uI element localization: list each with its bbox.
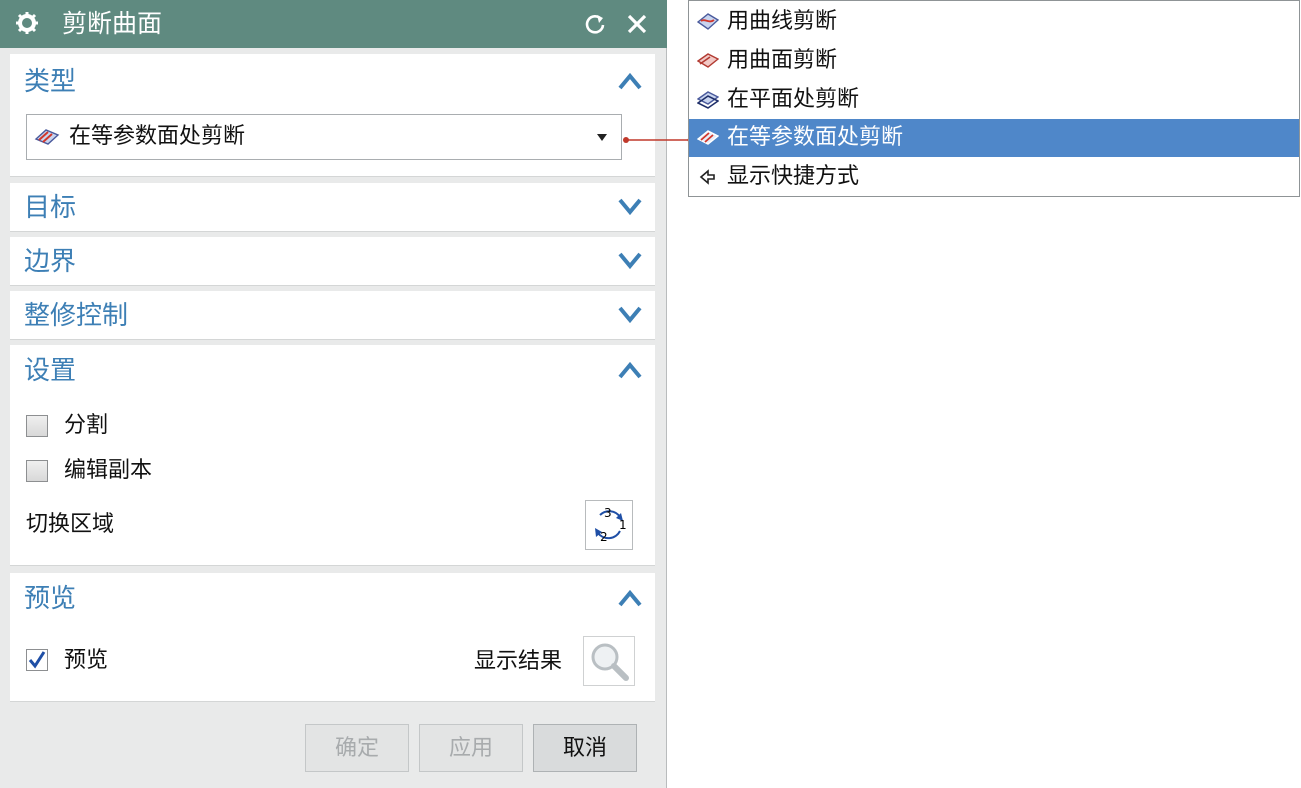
gear-icon[interactable] bbox=[16, 12, 38, 34]
type-section-title[interactable]: 类型 bbox=[24, 66, 76, 98]
dropdown-arrow-icon[interactable] bbox=[597, 134, 607, 142]
callout-connector bbox=[623, 137, 692, 143]
type-select-value: 在等参数面处剪断 bbox=[69, 124, 246, 149]
dialog-titlebar: 剪断曲面 bbox=[0, 0, 667, 48]
target-section-title[interactable]: 目标 bbox=[24, 192, 76, 224]
svg-text:2: 2 bbox=[600, 530, 608, 544]
edit-copy-checkbox[interactable] bbox=[26, 460, 48, 482]
preview-label: 预览 bbox=[64, 648, 109, 673]
trim-by-surface-icon bbox=[697, 53, 719, 68]
chevron-up-icon[interactable] bbox=[617, 361, 643, 379]
menu-item-label: 用曲面剪断 bbox=[727, 48, 838, 73]
preview-section: 预览 预览 显示结果 bbox=[10, 573, 655, 701]
apply-button[interactable]: 应用 bbox=[419, 724, 523, 772]
menu-item-label: 显示快捷方式 bbox=[727, 164, 860, 189]
edit-copy-label: 编辑副本 bbox=[64, 458, 153, 483]
ok-button[interactable]: 确定 bbox=[305, 724, 409, 772]
type-select[interactable]: 在等参数面处剪断 bbox=[26, 114, 622, 160]
switch-region-button[interactable]: 3 1 2 bbox=[585, 500, 633, 550]
trim-control-section-title[interactable]: 整修控制 bbox=[24, 300, 128, 332]
split-checkbox[interactable] bbox=[26, 415, 48, 437]
settings-section-title[interactable]: 设置 bbox=[24, 355, 76, 387]
close-icon[interactable] bbox=[625, 12, 649, 36]
target-section[interactable]: 目标 bbox=[10, 183, 655, 231]
menu-item-trim-at-plane[interactable]: 在平面处剪断 bbox=[689, 81, 1299, 119]
menu-item-label: 在平面处剪断 bbox=[727, 87, 860, 112]
trim-by-curve-icon bbox=[697, 13, 719, 30]
menu-item-trim-by-surface[interactable]: 用曲面剪断 bbox=[689, 42, 1299, 80]
trim-at-isoparametric-icon bbox=[34, 129, 60, 145]
split-label: 分割 bbox=[64, 413, 109, 438]
trim-at-isoparametric-icon bbox=[697, 130, 719, 145]
chevron-down-icon[interactable] bbox=[617, 198, 643, 216]
menu-item-trim-by-curve[interactable]: 用曲线剪断 bbox=[689, 3, 1299, 41]
show-shortcuts-icon bbox=[699, 169, 715, 185]
preview-checkbox[interactable] bbox=[26, 649, 48, 671]
settings-section: 设置 分割 编辑副本 切换区域 3 1 2 bbox=[10, 345, 655, 565]
chevron-up-icon[interactable] bbox=[617, 589, 643, 607]
svg-text:3: 3 bbox=[604, 506, 612, 520]
reset-icon[interactable] bbox=[584, 13, 606, 35]
menu-item-show-shortcuts[interactable]: 显示快捷方式 bbox=[689, 158, 1299, 196]
type-section: 类型 在等参数面处剪断 bbox=[10, 54, 655, 176]
chevron-down-icon[interactable] bbox=[617, 252, 643, 270]
boundary-section-title[interactable]: 边界 bbox=[24, 246, 76, 278]
menu-item-trim-at-isoparametric[interactable]: 在等参数面处剪断 bbox=[689, 119, 1299, 157]
type-dropdown-list: 用曲线剪断 用曲面剪断 在平面处剪断 在等参数面处剪断 显示快捷方式 bbox=[688, 0, 1300, 197]
trim-control-section[interactable]: 整修控制 bbox=[10, 291, 655, 339]
checkmark-icon bbox=[28, 651, 46, 669]
show-result-label: 显示结果 bbox=[474, 649, 563, 674]
menu-item-label: 用曲线剪断 bbox=[727, 9, 838, 34]
switch-region-label: 切换区域 bbox=[26, 512, 115, 537]
svg-text:1: 1 bbox=[619, 518, 627, 532]
cycle-regions-icon: 3 1 2 bbox=[595, 506, 627, 544]
magnifier-icon bbox=[591, 643, 629, 681]
cancel-button[interactable]: 取消 bbox=[533, 724, 637, 772]
chevron-down-icon[interactable] bbox=[617, 306, 643, 324]
dialog-title: 剪断曲面 bbox=[62, 9, 163, 38]
trim-at-plane-icon bbox=[697, 91, 719, 109]
preview-section-title[interactable]: 预览 bbox=[24, 583, 76, 615]
boundary-section[interactable]: 边界 bbox=[10, 237, 655, 285]
menu-item-label: 在等参数面处剪断 bbox=[727, 125, 904, 150]
chevron-up-icon[interactable] bbox=[617, 72, 643, 90]
show-result-button[interactable] bbox=[583, 636, 635, 686]
trim-sheet-dialog: 剪断曲面 类型 在等参数面处剪断 目标 边界 整修控制 设置 分割 编辑副本 切… bbox=[0, 0, 667, 788]
